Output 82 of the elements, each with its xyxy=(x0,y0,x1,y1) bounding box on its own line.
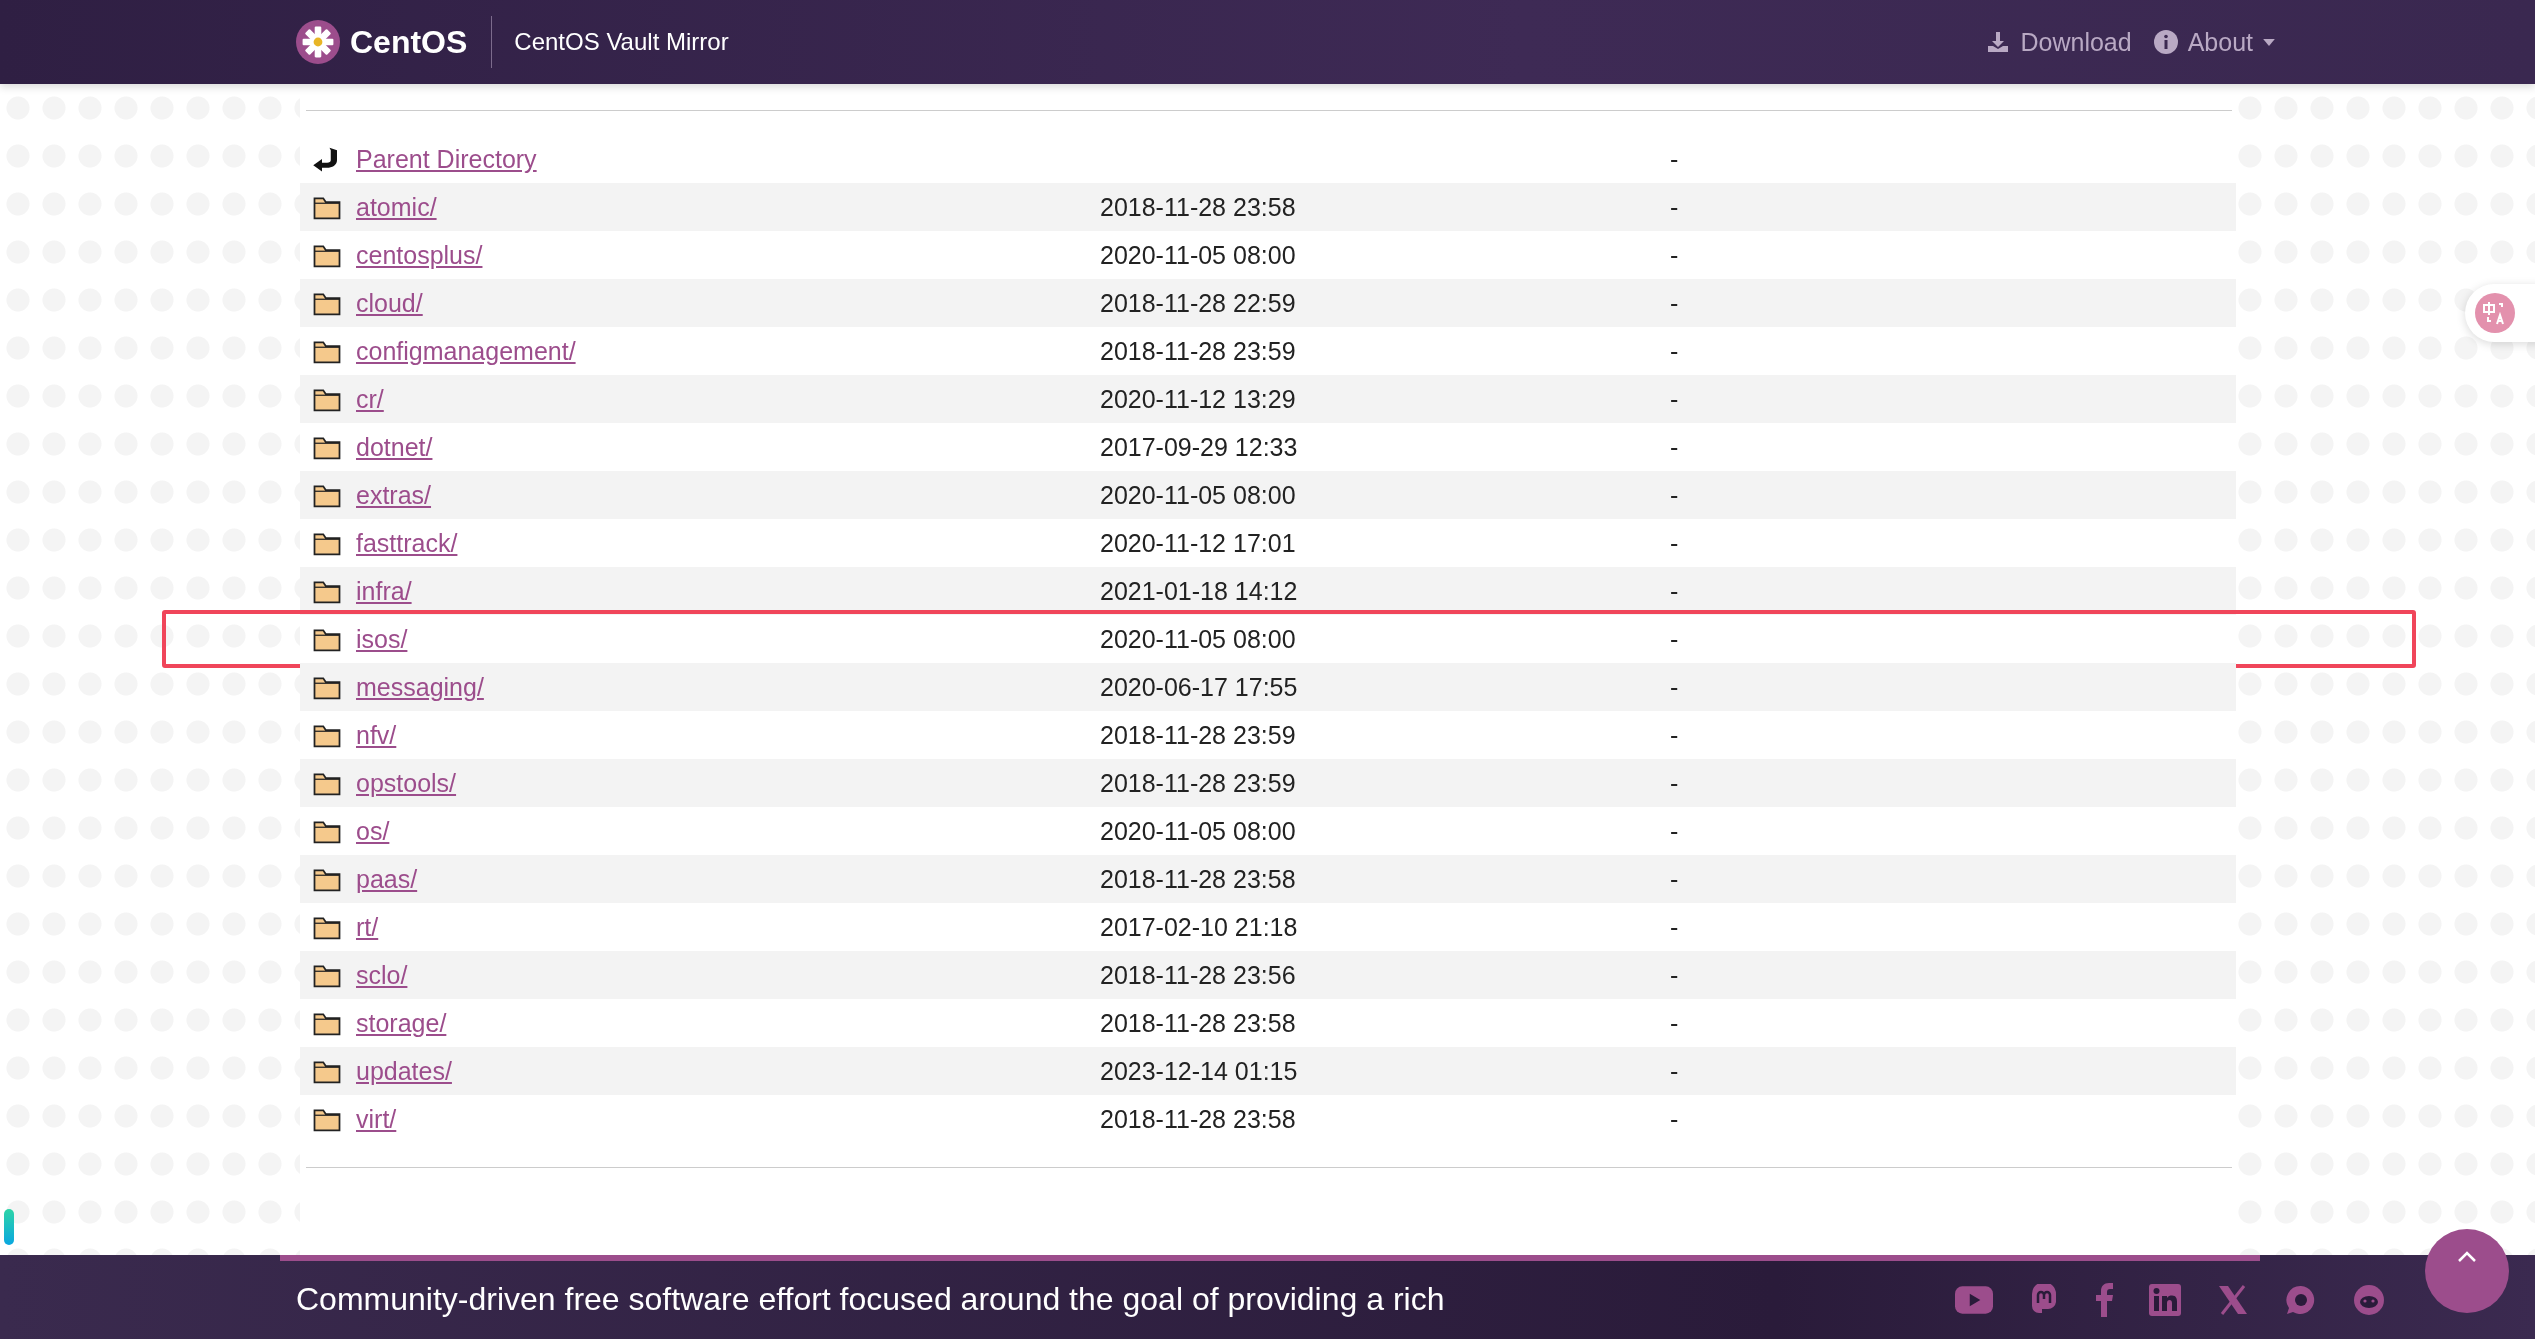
modified-date: 2020-11-05 08:00 xyxy=(1100,624,1297,654)
size-cell: - xyxy=(1670,768,1679,798)
size-cell: - xyxy=(1670,960,1679,990)
modified-date: 2020-11-12 13:29 xyxy=(1100,384,1297,414)
modified-date: 2017-02-10 21:18 xyxy=(1100,912,1299,942)
folder-link[interactable]: infra/ xyxy=(356,576,1100,606)
about-menu[interactable]: About xyxy=(2153,27,2275,57)
translate-button[interactable] xyxy=(2465,284,2535,342)
x-icon[interactable] xyxy=(2217,1284,2249,1315)
folder-link[interactable]: sclo/ xyxy=(356,960,1100,990)
folder-link[interactable]: dotnet/ xyxy=(356,432,1100,462)
modified-date: 2018-11-28 23:59 xyxy=(1100,768,1297,798)
size-cell: - xyxy=(1670,480,1679,510)
caret-icon xyxy=(2263,38,2275,46)
modified-date: 2023-12-14 01:15 xyxy=(1100,1056,1299,1086)
modified-date: 2018-11-28 22:59 xyxy=(1100,288,1297,318)
chevron-up-icon xyxy=(2457,1251,2477,1263)
modified-date: 2020-06-17 17:55 xyxy=(1100,672,1299,702)
youtube-icon[interactable] xyxy=(1955,1285,1993,1314)
size-cell: - xyxy=(1670,144,1679,174)
modified-date: 2017-09-29 12:33 xyxy=(1100,432,1299,462)
size-cell: - xyxy=(1670,576,1679,606)
size-cell: - xyxy=(1670,288,1679,318)
site-title[interactable]: CentOS Vault Mirror xyxy=(514,28,729,56)
folder-link[interactable]: centosplus/ xyxy=(356,240,1100,270)
folder-link[interactable]: paas/ xyxy=(356,864,1100,894)
folder-link[interactable]: virt/ xyxy=(356,1104,1100,1134)
folder-link[interactable]: storage/ xyxy=(356,1008,1100,1038)
size-cell: - xyxy=(1670,336,1679,366)
folder-link[interactable]: updates/ xyxy=(356,1056,1100,1086)
logo-text[interactable]: CentOS xyxy=(350,23,468,61)
scroll-indicator xyxy=(4,1209,14,1245)
size-cell: - xyxy=(1670,1056,1679,1086)
size-cell: - xyxy=(1670,1008,1679,1038)
size-cell: - xyxy=(1670,864,1679,894)
info-icon xyxy=(2153,30,2178,54)
logo-icon[interactable] xyxy=(296,20,340,64)
size-cell: - xyxy=(1670,720,1679,750)
folder-link[interactable]: rt/ xyxy=(356,912,1100,942)
size-cell: - xyxy=(1670,672,1679,702)
folder-link[interactable]: isos/ xyxy=(356,624,1100,654)
download-icon xyxy=(1986,30,2011,54)
folder-link[interactable]: fasttrack/ xyxy=(356,528,1100,558)
folder-link[interactable]: messaging/ xyxy=(356,672,1100,702)
modified-date: 2018-11-28 23:58 xyxy=(1100,1104,1297,1134)
modified-date: 2018-11-28 23:56 xyxy=(1100,960,1297,990)
folder-link[interactable]: os/ xyxy=(356,816,1100,846)
modified-date: 2018-11-28 23:59 xyxy=(1100,336,1297,366)
size-cell: - xyxy=(1670,912,1679,942)
parent-directory-link[interactable]: Parent Directory xyxy=(356,144,1100,174)
modified-date: 2021-01-18 14:12 xyxy=(1100,576,1299,606)
footer-text: Community-driven free software effort focused around the goal of providing a rich xyxy=(296,1281,1445,1318)
facebook-icon[interactable] xyxy=(2095,1282,2113,1317)
download-link[interactable]: Download xyxy=(1986,27,2132,57)
size-cell: - xyxy=(1670,624,1679,654)
modified-date: 2018-11-28 23:59 xyxy=(1100,720,1297,750)
size-cell: - xyxy=(1670,240,1679,270)
mastodon-icon[interactable] xyxy=(2029,1283,2059,1316)
size-cell: - xyxy=(1670,816,1679,846)
modified-date: 2018-11-28 23:58 xyxy=(1100,192,1297,222)
size-cell: - xyxy=(1670,384,1679,414)
modified-date: 2020-11-05 08:00 xyxy=(1100,816,1297,846)
folder-link[interactable]: cloud/ xyxy=(356,288,1100,318)
folder-link[interactable]: atomic/ xyxy=(356,192,1100,222)
translate-icon xyxy=(2475,293,2515,333)
size-cell: - xyxy=(1670,192,1679,222)
folder-link[interactable]: extras/ xyxy=(356,480,1100,510)
modified-date: 2020-11-05 08:00 xyxy=(1100,240,1297,270)
folder-link[interactable]: nfv/ xyxy=(356,720,1100,750)
modified-date: 2018-11-28 23:58 xyxy=(1100,864,1297,894)
size-cell: - xyxy=(1670,432,1679,462)
modified-date: 2020-11-12 17:01 xyxy=(1100,528,1297,558)
folder-link[interactable]: opstools/ xyxy=(356,768,1100,798)
chat-bubble-icon[interactable] xyxy=(2285,1283,2317,1316)
modified-date: 2020-11-05 08:00 xyxy=(1100,480,1297,510)
size-cell: - xyxy=(1670,528,1679,558)
folder-link[interactable]: configmanagement/ xyxy=(356,336,1100,366)
folder-link[interactable]: cr/ xyxy=(356,384,1100,414)
linkedin-icon[interactable] xyxy=(2149,1283,2181,1316)
reddit-icon[interactable] xyxy=(2353,1283,2385,1316)
size-cell: - xyxy=(1670,1104,1679,1134)
modified-date: 2018-11-28 23:58 xyxy=(1100,1008,1297,1038)
